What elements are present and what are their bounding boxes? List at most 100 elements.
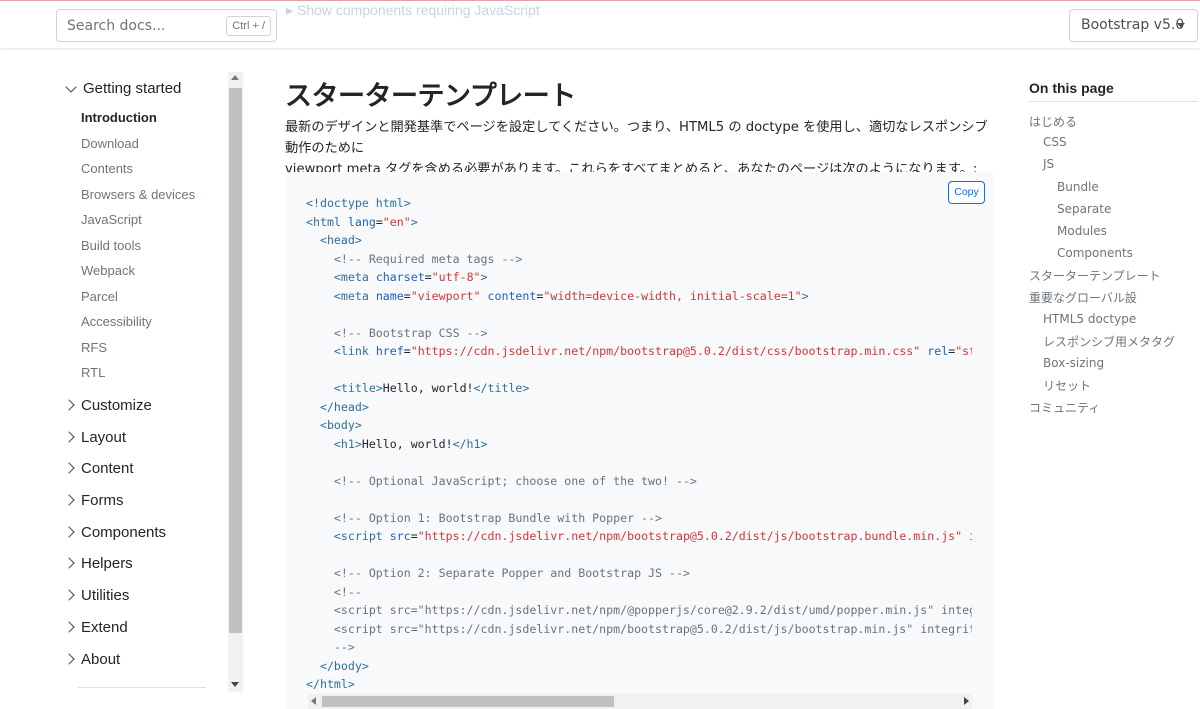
sidebar-item-introduction[interactable]: Introduction xyxy=(81,110,157,125)
code-line: </html> xyxy=(306,675,972,694)
toc-item[interactable]: Box-sizing xyxy=(1043,356,1104,370)
toc-item[interactable]: Bundle xyxy=(1057,180,1099,194)
code-token: content xyxy=(487,288,537,303)
toc-item[interactable]: Components xyxy=(1057,246,1133,260)
toc-item[interactable]: JS xyxy=(1043,157,1054,171)
code-token: </title> xyxy=(473,381,530,395)
sidebar-item-javascript[interactable]: JavaScript xyxy=(81,212,142,227)
code-token: <meta xyxy=(333,270,376,284)
code-scrollbar-thumb[interactable] xyxy=(322,696,614,707)
code-token: </head> xyxy=(319,399,369,414)
code-line: <link href="https://cdn.jsdelivr.net/npm… xyxy=(306,342,972,361)
search-input[interactable] xyxy=(57,10,217,41)
code-horizontal-scrollbar[interactable] xyxy=(308,694,972,709)
scroll-up-arrow-icon[interactable] xyxy=(231,75,239,80)
code-token: <!-- Required meta tags --> xyxy=(333,251,523,266)
code-line: <!-- Option 1: Bootstrap Bundle with Pop… xyxy=(306,509,972,528)
code-line: <meta name="viewport" content="width=dev… xyxy=(306,287,972,306)
toc-item[interactable]: Separate xyxy=(1057,202,1111,216)
sidebar-group-extend[interactable]: Extend xyxy=(63,619,128,636)
toc-item[interactable]: 重要なグローバル設 xyxy=(1029,289,1137,306)
chevron-right-icon xyxy=(63,557,75,569)
sidebar-group-label: Components xyxy=(81,524,167,541)
sidebar-item-rtl[interactable]: RTL xyxy=(81,365,105,380)
scroll-left-arrow-icon[interactable] xyxy=(311,697,316,705)
code-token: "https://cdn.jsdelivr.net/npm/bootstrap@… xyxy=(410,344,921,358)
toc-item[interactable]: HTML5 doctype xyxy=(1043,312,1136,326)
toc-item[interactable]: はじめる xyxy=(1029,113,1077,130)
sidebar-group-utilities[interactable]: Utilities xyxy=(63,587,130,604)
sidebar-group-label: Extend xyxy=(81,619,128,636)
toc-heading: On this page xyxy=(1029,80,1114,96)
code-line: <script src="https://cdn.jsdelivr.net/np… xyxy=(306,620,972,639)
sidebar-item-download[interactable]: Download xyxy=(81,136,139,151)
code-token: charset xyxy=(375,270,425,284)
code-token: lang xyxy=(347,214,376,229)
top-navbar: ▸ Show components requiring JavaScript C… xyxy=(0,0,1200,48)
code-token: <!-- Option 2: Separate Popper and Boots… xyxy=(333,566,690,580)
code-token: <script src="https://cdn.jsdelivr.net/np… xyxy=(333,603,972,617)
code-token: > xyxy=(410,214,418,229)
sidebar-group-content[interactable]: Content xyxy=(63,460,134,477)
code-token: --> xyxy=(333,640,355,654)
code-token: = xyxy=(375,214,383,229)
toc-item[interactable]: CSS xyxy=(1043,135,1067,149)
sidebar-item-contents[interactable]: Contents xyxy=(81,161,133,176)
sidebar-group-label: About xyxy=(81,651,121,668)
code-token: <link xyxy=(333,344,376,358)
sidebar-group-customize[interactable]: Customize xyxy=(63,397,152,414)
toc-item[interactable]: スターターテンプレート xyxy=(1029,267,1161,284)
sidebar-group-label: Customize xyxy=(81,397,152,414)
version-label: Bootstrap v5.0 xyxy=(1081,17,1185,33)
code-token: <!doctype html> xyxy=(306,196,411,210)
sidebar-scrollbar-thumb[interactable] xyxy=(229,88,242,633)
code-line: <!-- Bootstrap CSS --> xyxy=(306,324,972,343)
toc-item[interactable]: レスポンシブ用メタタグ xyxy=(1043,333,1175,350)
code-token: </html> xyxy=(306,677,355,691)
sidebar-group-label: Utilities xyxy=(81,587,130,604)
code-token: src xyxy=(389,529,411,543)
search-shortcut-hint: Ctrl + / xyxy=(226,16,271,36)
code-line: <script src="https://cdn.jsdelivr.net/np… xyxy=(306,601,972,620)
code-line: <!-- Optional JavaScript; choose one of … xyxy=(306,472,972,491)
sidebar-item-rfs[interactable]: RFS xyxy=(81,340,107,355)
code-token: <script xyxy=(333,529,390,543)
sidebar-group-helpers[interactable]: Helpers xyxy=(63,555,133,572)
toc-item[interactable]: リセット xyxy=(1043,377,1091,394)
code-line: <!-- xyxy=(306,583,972,602)
code-line: <head> xyxy=(306,231,972,250)
sidebar-group-getting-started[interactable]: Getting started xyxy=(64,80,181,97)
code-token: <meta xyxy=(333,288,376,303)
sidebar-item-build-tools[interactable]: Build tools xyxy=(81,238,141,253)
sidebar-item-browsers-devices[interactable]: Browsers & devices xyxy=(81,187,195,202)
caret-down-icon xyxy=(1177,23,1185,28)
sidebar-group-layout[interactable]: Layout xyxy=(63,429,126,446)
code-token: "width=device-width, initial-scale=1" xyxy=(543,288,802,303)
code-line: <!-- Required meta tags --> xyxy=(306,250,972,269)
toc-item[interactable]: コミュニティ xyxy=(1029,399,1100,416)
code-token: Hello, world! xyxy=(382,381,474,395)
sidebar-group-components[interactable]: Components xyxy=(63,524,167,541)
sidebar-group-forms[interactable]: Forms xyxy=(63,492,124,509)
chevron-right-icon xyxy=(63,589,75,601)
code-token: > xyxy=(801,288,809,303)
sidebar-item-accessibility[interactable]: Accessibility xyxy=(81,314,152,329)
toc-item[interactable]: Modules xyxy=(1057,224,1107,238)
version-dropdown-button[interactable]: Bootstrap v5.0 xyxy=(1069,9,1198,42)
search-box[interactable]: Ctrl + / xyxy=(56,9,277,42)
sidebar-item-parcel[interactable]: Parcel xyxy=(81,289,118,304)
code-line: <h1>Hello, world!</h1> xyxy=(306,435,972,454)
sidebar-group-about[interactable]: About xyxy=(63,651,121,668)
scroll-right-arrow-icon[interactable] xyxy=(964,697,969,705)
sidebar-item-webpack[interactable]: Webpack xyxy=(81,263,135,278)
scroll-down-arrow-icon[interactable] xyxy=(231,682,239,687)
intro-paragraph: 最新のデザインと開発基準でページを設定してください。つまり、HTML5 の do… xyxy=(285,117,995,180)
code-token: <!-- xyxy=(333,584,362,599)
